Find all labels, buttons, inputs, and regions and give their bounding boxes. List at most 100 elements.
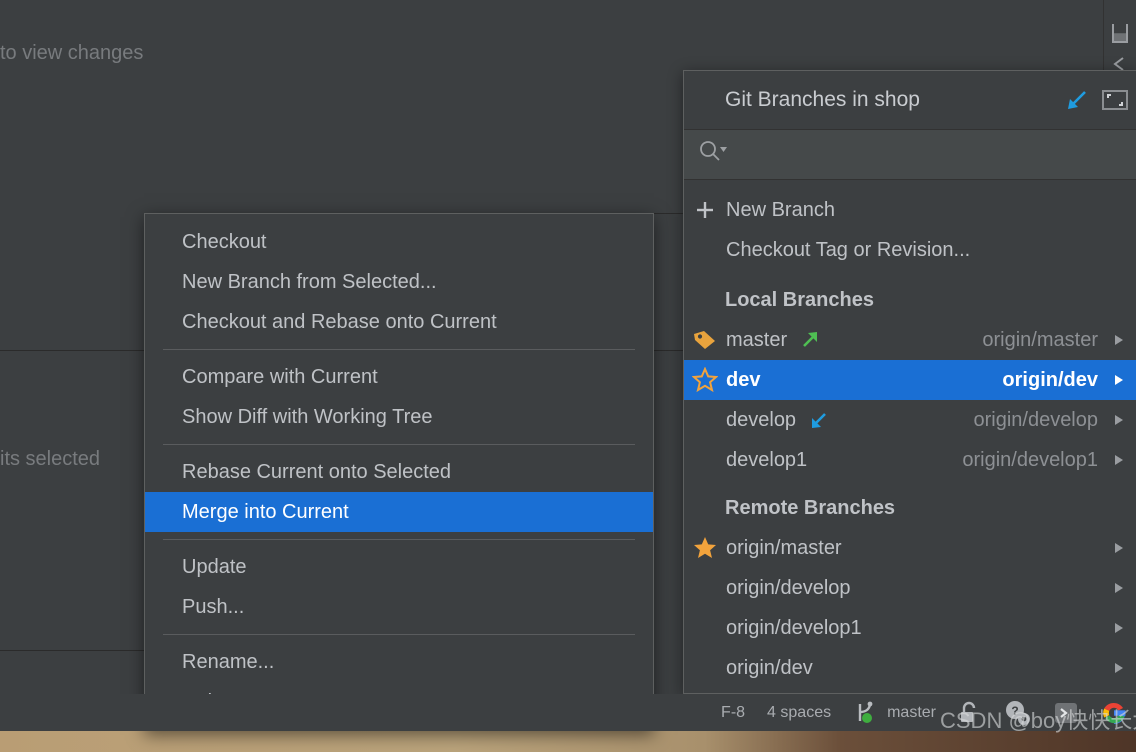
chevron-right-icon-svg	[1115, 623, 1123, 633]
search-input[interactable]	[734, 142, 1136, 167]
save-icon-svg	[1112, 24, 1128, 43]
chevron-right-icon-svg	[1115, 663, 1123, 673]
arrow-down-left-icon-svg	[812, 413, 826, 428]
branch-name: develop1	[726, 448, 808, 471]
branch-name: develop	[726, 408, 797, 431]
action-checkout-tag-or-revision[interactable]: Checkout Tag or Revision...	[684, 230, 1136, 270]
chevron-right-icon[interactable]	[1112, 453, 1126, 467]
branch-row-develop[interactable]: develop origin/develop	[684, 400, 1136, 440]
plus-icon	[684, 199, 726, 221]
branch-row-origin-master[interactable]: origin/master	[684, 528, 1136, 568]
chevron-right-icon[interactable]	[1112, 373, 1126, 387]
chevron-right-icon[interactable]	[1112, 413, 1126, 427]
branch-tracking: origin/develop	[973, 408, 1098, 431]
menu-item-push[interactable]: Push...	[145, 587, 653, 627]
menu-item-checkout[interactable]: Checkout	[145, 222, 653, 262]
branch-tracking: origin/dev	[1002, 368, 1098, 391]
chevron-right-icon[interactable]	[1112, 581, 1126, 595]
pane-divider-right-top	[654, 213, 684, 214]
menu-item-compare-with-current[interactable]: Compare with Current	[145, 357, 653, 397]
menu-item-checkout-and-rebase-onto-current[interactable]: Checkout and Rebase onto Current	[145, 302, 653, 342]
search-icon-svg	[700, 141, 727, 161]
google-icon-svg	[1103, 702, 1126, 724]
branch-list: New Branch Checkout Tag or Revision... L…	[684, 180, 1136, 688]
chevron-right-icon[interactable]	[1112, 541, 1126, 555]
branch-name: origin/develop	[726, 576, 851, 599]
chevron-right-icon-svg	[1115, 335, 1123, 345]
pane-divider-mid	[0, 650, 144, 651]
git-branch-icon	[853, 700, 879, 726]
branch-row-origin-develop[interactable]: origin/develop	[684, 568, 1136, 608]
git-branches-popup: Git Branches in shop New Branch Checkout…	[683, 70, 1136, 694]
section-local-branches: Local Branches	[725, 288, 874, 311]
star-filled-icon-svg	[694, 537, 716, 558]
git-branch-icon-svg	[858, 701, 873, 723]
menu-item-show-diff-with-working-tree[interactable]: Show Diff with Working Tree	[145, 397, 653, 437]
branch-tracking: origin/master	[982, 328, 1098, 351]
chevron-right-icon[interactable]	[1112, 333, 1126, 347]
terminal-icon-svg	[1055, 702, 1077, 723]
branch-name: origin/develop1	[726, 616, 862, 639]
tag-icon	[684, 328, 726, 352]
branch-tracking: origin/develop1	[962, 448, 1098, 471]
popup-header: Git Branches in shop	[684, 71, 1136, 130]
status-encoding[interactable]: F-8	[721, 704, 745, 722]
branch-row-dev[interactable]: dev origin/dev	[684, 360, 1136, 400]
branch-search-field[interactable]	[684, 130, 1136, 180]
restore-icon	[1102, 90, 1128, 110]
chevron-right-icon[interactable]	[1112, 661, 1126, 675]
status-branch-widget[interactable]: master	[853, 700, 936, 726]
pin-popup-button[interactable]	[1060, 83, 1094, 117]
status-indent[interactable]: 4 spaces	[767, 704, 831, 722]
menu-separator	[163, 634, 635, 635]
chevron-right-icon-svg	[1115, 455, 1123, 465]
status-branch-label: master	[887, 703, 936, 721]
arrow-down-left-icon	[1068, 91, 1086, 109]
svg-text:?: ?	[1011, 704, 1018, 718]
menu-item-rebase-current-onto-selected[interactable]: Rebase Current onto Selected	[145, 452, 653, 492]
menu-item-merge-into-current[interactable]: Merge into Current	[145, 492, 653, 532]
chevron-right-icon[interactable]	[1112, 621, 1126, 635]
google-icon[interactable]	[1100, 699, 1128, 727]
section-remote-branches: Remote Branches	[725, 496, 896, 519]
action-new-branch-label: New Branch	[726, 198, 835, 221]
star-outline-icon-svg	[692, 367, 718, 393]
star-filled-icon	[684, 535, 726, 561]
star-outline-icon	[684, 367, 726, 393]
arrow-up-right-icon-svg	[803, 332, 818, 347]
save-icon[interactable]	[1104, 22, 1136, 51]
menu-item-rename[interactable]: Rename...	[145, 642, 653, 682]
popup-title: Git Branches in shop	[725, 88, 920, 111]
branch-row-origin-develop1[interactable]: origin/develop1	[684, 608, 1136, 648]
arrow-down-left-icon	[808, 409, 830, 431]
help-settings-icon-svg: ?	[1006, 700, 1030, 725]
chevron-right-icon-svg	[1115, 583, 1123, 593]
tag-icon-svg	[694, 331, 715, 349]
menu-item-update[interactable]: Update	[145, 547, 653, 587]
branch-name: origin/master	[726, 536, 842, 559]
menu-separator	[163, 539, 635, 540]
branch-row-origin-dev[interactable]: origin/dev	[684, 648, 1136, 688]
unlock-icon-svg	[961, 701, 976, 722]
branch-name: origin/dev	[726, 656, 813, 679]
branch-name: dev	[726, 368, 761, 391]
menu-separator	[163, 444, 635, 445]
menu-item-new-branch-from-selected[interactable]: New Branch from Selected...	[145, 262, 653, 302]
branch-context-menu: Checkout New Branch from Selected... Che…	[144, 213, 654, 731]
help-settings-icon[interactable]: ?	[1002, 699, 1032, 727]
branch-row-develop1[interactable]: develop1 origin/develop1	[684, 440, 1136, 480]
restore-window-button[interactable]	[1098, 83, 1132, 117]
editor-hint-text: to view changes	[0, 42, 144, 64]
branch-name: master	[726, 328, 788, 351]
action-checkout-tag-label: Checkout Tag or Revision...	[726, 238, 971, 261]
unlock-icon[interactable]	[956, 700, 982, 726]
chevron-right-icon-svg	[1115, 543, 1123, 553]
ide-window: to view changes its selected Git Branche…	[0, 0, 1136, 733]
search-icon	[698, 139, 728, 170]
action-new-branch[interactable]: New Branch	[684, 190, 1136, 230]
chevron-right-icon-svg	[1115, 375, 1123, 385]
menu-separator	[163, 349, 635, 350]
branch-row-master[interactable]: master origin/master	[684, 320, 1136, 360]
terminal-icon[interactable]	[1052, 700, 1080, 726]
commits-selected-text: its selected	[0, 448, 101, 470]
